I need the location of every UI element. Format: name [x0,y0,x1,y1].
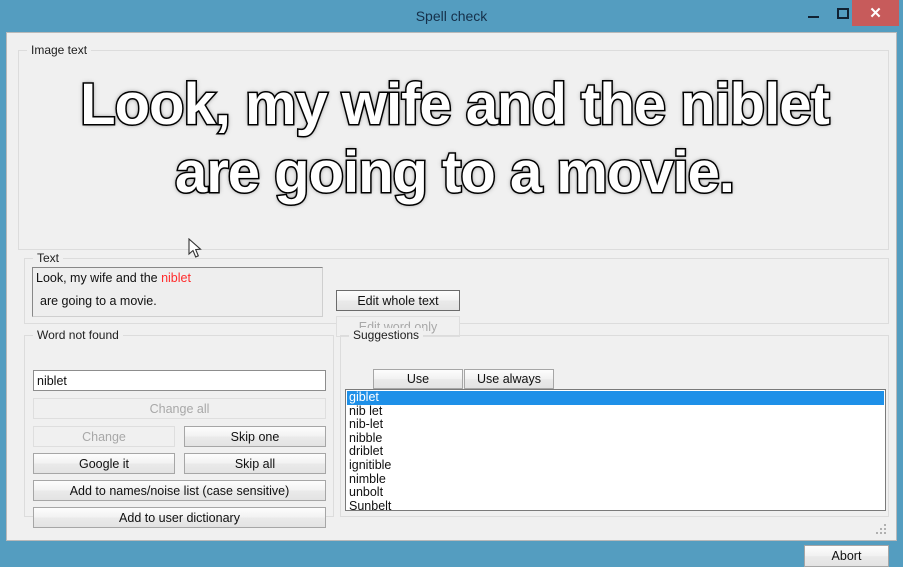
close-button[interactable]: ✕ [852,0,899,26]
suggestions-list[interactable]: giblet nib let nib-let nibble driblet ignitib… [345,389,886,511]
misspelled-word: niblet [161,271,191,285]
suggestion-item[interactable]: nimble [347,472,884,487]
text-preview-prefix: Look, my wife and the [36,271,162,285]
suggestion-item[interactable]: nib-let [347,418,884,432]
use-button[interactable]: Use [373,369,463,389]
add-to-names-button[interactable]: Add to names/noise list (case sensitive) [33,480,326,501]
resize-grip-icon[interactable] [876,524,886,534]
edit-whole-text-button[interactable]: Edit whole text [336,290,460,311]
change-all-button[interactable]: Change all [33,398,326,419]
word-not-found-group: Word not found Change all Change Skip on… [24,328,334,528]
minimize-icon [807,16,819,18]
word-not-found-group-label: Word not found [33,328,123,342]
google-it-button[interactable]: Google it [33,453,175,474]
image-text-caption: Look, my wife and the niblet are going t… [20,59,889,239]
suggestions-group: Suggestions giblet nib let nib-let nibble dr… [340,328,889,517]
title-bar[interactable]: Spell check ✕ [0,0,903,32]
text-preview-panel[interactable]: Look, my wife and the niblet are going t… [32,267,323,317]
image-text-group: Image text Look, my wife and the niblet … [18,43,889,250]
suggestion-item[interactable]: unbolt [347,486,884,500]
word-not-found-input[interactable] [33,370,326,391]
caption-line-2: are going to a movie. [173,139,736,207]
suggestion-item[interactable]: nibble [347,431,884,446]
image-text-group-label: Image text [27,43,92,57]
add-to-user-dictionary-button[interactable]: Add to user dictionary [33,507,326,528]
suggestions-group-label: Suggestions [349,328,424,342]
minimize-button[interactable] [796,0,830,26]
spell-check-window: Spell check ✕ Image text Look, my wife a… [0,0,903,567]
suggestion-item[interactable]: Sunbelt [347,499,884,510]
abort-button[interactable]: Abort [804,545,889,567]
suggestion-item[interactable]: ignitible [347,458,884,473]
skip-one-button[interactable]: Skip one [184,426,326,447]
suggestion-item[interactable]: nib let [347,404,884,419]
suggestion-item[interactable]: giblet [347,390,884,405]
close-icon: ✕ [869,4,882,22]
client-area: Image text Look, my wife and the niblet … [6,32,897,567]
text-group-label: Text [33,251,64,265]
window-title: Spell check [415,8,488,24]
maximize-icon [837,7,849,19]
text-preview-line-1: Look, my wife and the niblet [36,270,319,287]
use-always-button[interactable]: Use always [464,369,554,389]
skip-all-button[interactable]: Skip all [184,453,326,474]
change-button[interactable]: Change [33,426,175,447]
suggestion-item[interactable]: driblet [347,445,884,459]
text-preview-line-2: are going to a movie. [40,294,157,308]
caption-line-1: Look, my wife and the niblet [79,71,832,139]
